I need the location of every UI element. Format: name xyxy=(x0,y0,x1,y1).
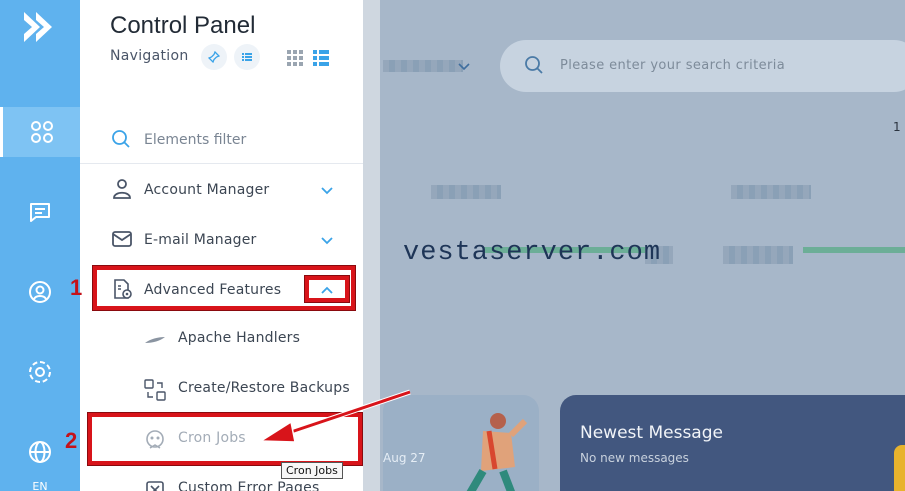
highlight-expand-chevron xyxy=(305,276,349,302)
chevron-down-icon[interactable] xyxy=(458,58,470,74)
backup-icon xyxy=(144,379,166,401)
menu-item-label: E-mail Manager xyxy=(144,232,257,248)
pin-button[interactable] xyxy=(201,44,227,70)
search-icon xyxy=(112,130,130,148)
elements-filter-input[interactable]: Elements filter xyxy=(80,118,363,164)
search-placeholder: Please enter your search criteria xyxy=(560,58,786,73)
cron-jobs-tooltip: Cron Jobs xyxy=(281,462,343,479)
detailed-list-view-icon[interactable] xyxy=(313,50,329,66)
blurred-stat-label xyxy=(731,185,811,199)
menu-item-email-manager[interactable]: E-mail Manager xyxy=(80,218,363,262)
card-date: Aug 27 xyxy=(383,451,426,465)
menu-item-label: Account Manager xyxy=(144,182,270,198)
navigation-label: Navigation xyxy=(110,48,189,64)
arrow-pointer-icon xyxy=(258,389,411,443)
person-illustration-icon xyxy=(466,413,528,491)
newest-message-title: Newest Message xyxy=(580,423,723,443)
rail-chat-button[interactable] xyxy=(0,187,80,237)
filter-placeholder: Elements filter xyxy=(144,132,247,148)
menu-item-account-manager[interactable]: Account Manager xyxy=(80,168,363,212)
mail-illustration-icon xyxy=(894,445,905,491)
user-icon xyxy=(113,179,131,199)
dashboard-icon xyxy=(30,121,53,143)
newest-message-subtitle: No new messages xyxy=(580,451,689,465)
panel-title: Control Panel xyxy=(110,12,256,39)
user-circle-icon xyxy=(29,281,51,303)
list-icon xyxy=(242,53,252,61)
search-input[interactable]: Please enter your search criteria xyxy=(500,40,905,92)
step-number-2: 2 xyxy=(65,428,78,453)
error-page-icon xyxy=(146,481,164,491)
newest-message-card[interactable]: Newest Message No new messages xyxy=(560,395,905,491)
chevron-down-icon[interactable] xyxy=(321,180,333,200)
blurred-stat-label xyxy=(431,185,501,199)
chat-icon xyxy=(30,203,50,222)
main-content-overlay: Please enter your search criteria 1 vest… xyxy=(363,0,905,491)
pin-icon xyxy=(208,51,220,63)
rail-profile-button[interactable] xyxy=(0,267,80,317)
blurred-stat-value xyxy=(723,246,793,264)
settings-icon xyxy=(29,361,51,383)
list-view-button[interactable] xyxy=(234,44,260,70)
feather-icon xyxy=(145,337,165,343)
search-icon xyxy=(525,56,543,74)
language-label[interactable]: EN xyxy=(0,480,80,491)
grid-view-icon[interactable] xyxy=(287,50,303,66)
icon-rail: EN xyxy=(0,0,80,491)
submenu-item-label: Custom Error Pages xyxy=(178,480,320,491)
submenu-item-apache-handlers[interactable]: Apache Handlers xyxy=(80,318,363,362)
blurred-domain-selector xyxy=(383,60,463,72)
watermark-text: vestaserver.com xyxy=(403,238,662,268)
rail-settings-button[interactable] xyxy=(0,347,80,397)
logo-icon[interactable] xyxy=(20,8,60,46)
rail-dashboard-button[interactable] xyxy=(0,107,80,157)
mail-icon xyxy=(112,231,132,247)
step-number-1: 1 xyxy=(70,275,83,300)
usage-bar xyxy=(803,247,905,253)
page-number: 1 xyxy=(893,120,901,134)
globe-icon xyxy=(29,441,51,463)
chevron-down-icon[interactable] xyxy=(321,230,333,250)
submenu-item-label: Apache Handlers xyxy=(178,330,301,346)
